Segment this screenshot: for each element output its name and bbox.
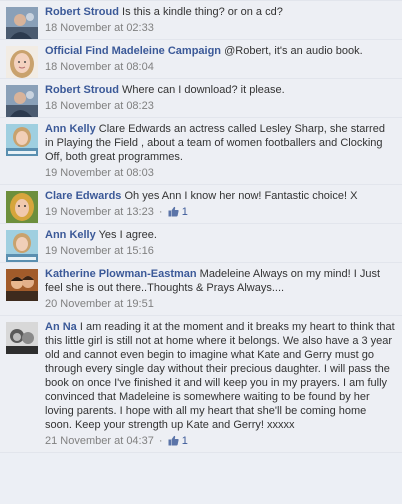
- comment-text-line: Katherine Plowman-Eastman Madeleine Alwa…: [45, 267, 396, 295]
- comment-text-line: An Na I am reading it at the moment and …: [45, 320, 396, 432]
- like-count[interactable]: 1: [182, 206, 188, 218]
- comment-meta: 19 November at 08:03: [45, 166, 396, 180]
- comment-author-link[interactable]: Official Find Madeleine Campaign: [45, 45, 221, 57]
- comment-text-line: Robert Stroud Is this a kindle thing? or…: [45, 5, 396, 19]
- avatar[interactable]: [6, 230, 38, 262]
- comment-author-link[interactable]: Ann Kelly: [45, 123, 96, 135]
- thumbs-up-icon[interactable]: [168, 435, 179, 446]
- comment-body: Is this a kindle thing? or on a cd?: [122, 6, 283, 18]
- comment-text-line: Clare Edwards Oh yes Ann I know her now!…: [45, 189, 396, 203]
- meta-separator: ·: [158, 206, 163, 218]
- comment-timestamp[interactable]: 19 November at 13:23: [45, 206, 154, 218]
- comment-meta: 18 November at 08:04: [45, 60, 396, 74]
- comment-item: Robert Stroud Where can I download? it p…: [0, 79, 402, 118]
- comment-meta: 21 November at 04:37 · 1: [45, 434, 396, 448]
- avatar[interactable]: [6, 46, 38, 78]
- comment-author-link[interactable]: Robert Stroud: [45, 6, 119, 18]
- comment-timestamp[interactable]: 18 November at 08:23: [45, 100, 154, 112]
- like-count[interactable]: 1: [182, 435, 188, 447]
- comment-item: Official Find Madeleine Campaign @Robert…: [0, 40, 402, 79]
- comment-item: Katherine Plowman-Eastman Madeleine Alwa…: [0, 263, 402, 316]
- comment-timestamp[interactable]: 19 November at 08:03: [45, 167, 154, 179]
- avatar[interactable]: [6, 322, 38, 354]
- comment-author-link[interactable]: Robert Stroud: [45, 84, 119, 96]
- comment-body: Where can I download? it please.: [122, 84, 285, 96]
- comment-body: I am reading it at the moment and it bre…: [45, 321, 395, 431]
- comment-meta: 18 November at 02:33: [45, 21, 396, 35]
- comment-meta: 18 November at 08:23: [45, 99, 396, 113]
- comment-item: Ann Kelly Yes I agree. 19 November at 15:…: [0, 224, 402, 263]
- comment-timestamp[interactable]: 18 November at 08:04: [45, 61, 154, 73]
- comment-meta: 19 November at 15:16: [45, 244, 396, 258]
- comment-item: Clare Edwards Oh yes Ann I know her now!…: [0, 185, 402, 224]
- avatar[interactable]: [6, 191, 38, 223]
- comment-body: Clare Edwards an actress called Lesley S…: [45, 123, 385, 163]
- meta-separator: ·: [158, 435, 163, 447]
- avatar[interactable]: [6, 269, 38, 301]
- comment-item: An Na I am reading it at the moment and …: [0, 316, 402, 453]
- comment-timestamp[interactable]: 18 November at 02:33: [45, 22, 154, 34]
- comment-body: Yes I agree.: [98, 229, 157, 241]
- comment-text-line: Ann Kelly Yes I agree.: [45, 228, 396, 242]
- comment-body: Oh yes Ann I know her now! Fantastic cho…: [124, 190, 358, 202]
- comment-list: Robert Stroud Is this a kindle thing? or…: [0, 0, 402, 453]
- comment-timestamp[interactable]: 19 November at 15:16: [45, 245, 154, 257]
- comment-item: Robert Stroud Is this a kindle thing? or…: [0, 0, 402, 40]
- comment-text-line: Robert Stroud Where can I download? it p…: [45, 83, 396, 97]
- comment-item: Ann Kelly Clare Edwards an actress calle…: [0, 118, 402, 185]
- comment-text-line: Ann Kelly Clare Edwards an actress calle…: [45, 122, 396, 164]
- comment-author-link[interactable]: Katherine Plowman-Eastman: [45, 268, 197, 280]
- comment-body: @Robert, it's an audio book.: [224, 45, 363, 57]
- comment-author-link[interactable]: An Na: [45, 321, 77, 333]
- comment-author-link[interactable]: Ann Kelly: [45, 229, 96, 241]
- comment-meta: 20 November at 19:51: [45, 297, 396, 311]
- avatar[interactable]: [6, 7, 38, 39]
- thumbs-up-icon[interactable]: [168, 206, 179, 217]
- comment-meta: 19 November at 13:23 · 1: [45, 205, 396, 219]
- avatar[interactable]: [6, 124, 38, 156]
- comment-timestamp[interactable]: 21 November at 04:37: [45, 435, 154, 447]
- comment-text-line: Official Find Madeleine Campaign @Robert…: [45, 44, 396, 58]
- comment-timestamp[interactable]: 20 November at 19:51: [45, 298, 154, 310]
- comment-author-link[interactable]: Clare Edwards: [45, 190, 121, 202]
- avatar[interactable]: [6, 85, 38, 117]
